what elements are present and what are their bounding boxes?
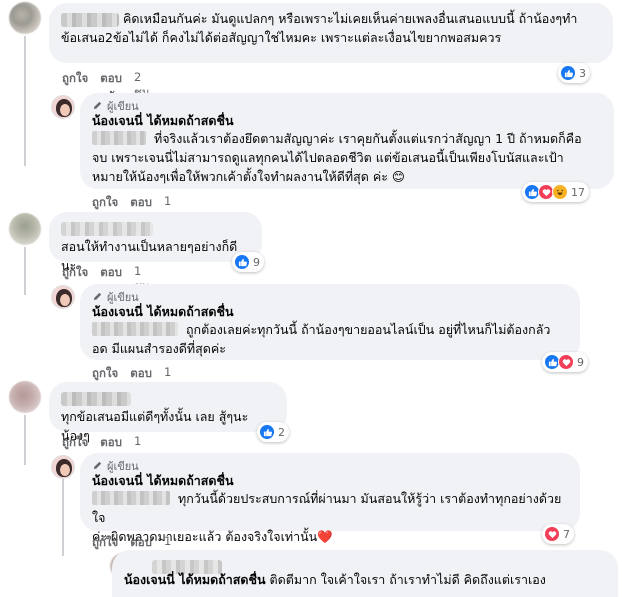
- reaction-count: 9: [253, 255, 260, 269]
- reaction-summary[interactable]: 2: [257, 422, 289, 442]
- comment-bubble: ผู้เขียน น้องเจนนี่ ได้หมดถ้าสดชื่น ที่จ…: [80, 93, 614, 189]
- page-avatar[interactable]: [51, 95, 75, 119]
- comment-bubble: ผู้เขียน น้องเจนนี่ ได้หมดถ้าสดชื่น ทุกว…: [80, 453, 580, 544]
- page-avatar[interactable]: [51, 285, 75, 309]
- reaction-count: 17: [571, 185, 585, 199]
- comment-text: ที่จริงแล้วเราต้องยึดตามสัญญาค่ะ เราคุยก…: [153, 131, 582, 146]
- thread-connector: [62, 478, 64, 556]
- author-badge: ผู้เขียน: [92, 99, 602, 113]
- like-reaction-icon: [259, 424, 275, 440]
- comment-bubble: สอนให้ทำงานเป็นหลายๆอย่างก็ดีนะ: [49, 212, 262, 273]
- commenter-avatar[interactable]: [9, 2, 41, 34]
- blurred-commenter-name[interactable]: [61, 12, 119, 27]
- reaction-count: 9: [577, 355, 584, 369]
- author-badge: ผู้เขียน: [92, 290, 568, 304]
- pencil-icon: [93, 461, 102, 469]
- reaction-count: 7: [563, 527, 570, 541]
- comment-text: คิดเหมือนกันค่ะ มันดูแปลกๆ หรือเพราะไม่เ…: [122, 11, 578, 26]
- page-name[interactable]: น้องเจนนี่ ได้หมดถ้าสดชื่น: [92, 112, 602, 129]
- haha-reaction-icon: [552, 184, 568, 200]
- page-name[interactable]: น้องเจนนี่ ได้หมดถ้าสดชื่น: [92, 303, 568, 320]
- reaction-count: 3: [579, 66, 586, 80]
- comment-bubble: คิดเหมือนกันค่ะ มันดูแปลกๆ หรือเพราะไม่เ…: [49, 3, 613, 63]
- comment-bubble: ผู้เขียน น้องเจนนี่ ได้หมดถ้าสดชื่น ถูกต…: [80, 284, 580, 360]
- comment-text: จบ เพราะเจนนี่ไม่สามารถดูแลทุกคนได้ไปตลอ…: [92, 150, 564, 165]
- page-avatar[interactable]: [51, 455, 75, 479]
- blurred-commenter-name[interactable]: [61, 221, 153, 236]
- thread-connector: [24, 415, 26, 465]
- author-badge: ผู้เขียน: [92, 459, 568, 473]
- love-reaction-icon: [558, 354, 574, 370]
- comment-bubble: น้องเจนนี่ ได้หมดถ้าสดชื่น ติดตีมาก ใจเค…: [112, 550, 618, 597]
- like-reaction-icon: [560, 65, 576, 81]
- commenter-avatar[interactable]: [9, 213, 41, 245]
- reaction-summary[interactable]: 17: [522, 182, 589, 202]
- thread-connector: [24, 36, 26, 166]
- pencil-icon: [93, 101, 102, 109]
- love-reaction-icon: [544, 526, 560, 542]
- page-name[interactable]: น้องเจนนี่ ได้หมดถ้าสดชื่น: [92, 472, 568, 489]
- reaction-count: 2: [278, 425, 285, 439]
- blurred-commenter-name[interactable]: [61, 391, 131, 406]
- like-reaction-icon: [234, 254, 250, 270]
- reaction-summary[interactable]: 9: [542, 352, 588, 372]
- blurred-tag[interactable]: [92, 322, 178, 336]
- reaction-summary[interactable]: 7: [542, 524, 574, 544]
- thread-connector: [24, 247, 26, 295]
- comment-text: ติดตีมาก ใจเค้าใจเรา ถ้าเราทำไม่ดี คิดถึ…: [269, 572, 546, 587]
- comment-bubble: ทุกข้อเสนอมีแต่ดีๆทั้งนั้น เลย สู้ๆนะน้อ…: [49, 382, 287, 443]
- comment-text: ข้อเสนอ2ข้อไม่ได้ ก็คงไม่ได้ต่อสัญญาใช่ไ…: [61, 30, 502, 45]
- blurred-tag[interactable]: [92, 491, 170, 505]
- commenter-avatar[interactable]: [9, 381, 41, 413]
- reaction-summary[interactable]: 3: [558, 63, 590, 83]
- comment-text: อด มีแผนสำรองดีที่สุดค่ะ: [92, 341, 226, 356]
- reaction-summary[interactable]: 9: [232, 252, 264, 272]
- page-name[interactable]: น้องเจนนี่ ได้หมดถ้าสดชื่น: [124, 572, 266, 587]
- pencil-icon: [93, 292, 102, 300]
- comment-text: ถูกต้องเลยค่ะทุกวันนี้ ถ้าน้องๆขายออนไลน…: [185, 322, 551, 337]
- blurred-tag[interactable]: [92, 131, 146, 145]
